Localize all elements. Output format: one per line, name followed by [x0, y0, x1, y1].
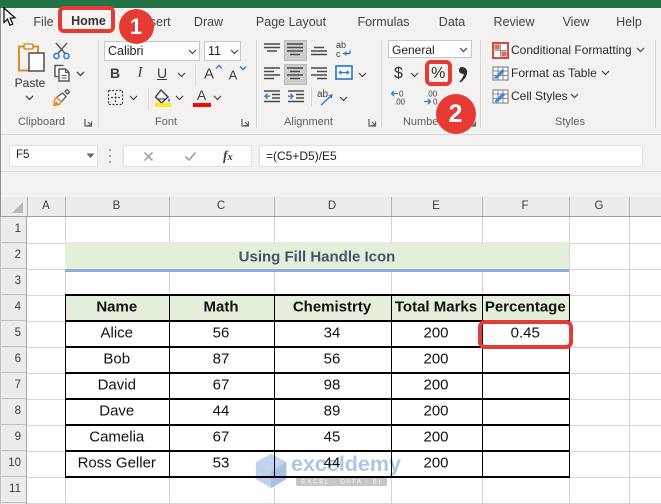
svg-text:ab: ab	[317, 89, 329, 100]
svg-text:.00: .00	[394, 98, 406, 106]
svg-text:c: c	[336, 49, 341, 58]
